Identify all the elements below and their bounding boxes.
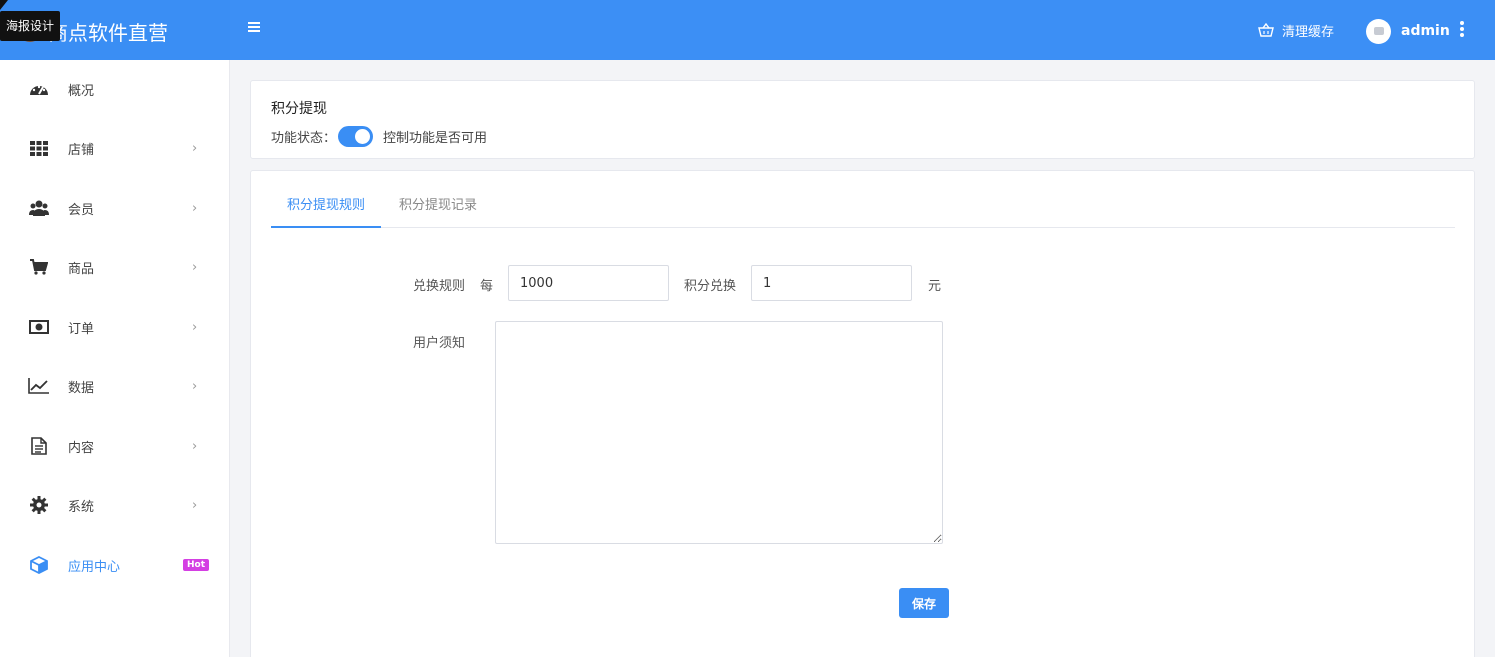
top-bar: 商点软件直营 海报设计 清理缓存 admin <box>0 0 1495 60</box>
sidebar-item-label: 会员 <box>68 202 95 218</box>
dashboard-icon <box>28 78 50 100</box>
grid-icon <box>28 137 50 159</box>
tab-withdraw-rules[interactable]: 积分提现规则 <box>271 187 381 228</box>
sidebar-item-content[interactable]: 内容 › <box>0 422 230 470</box>
sidebar-item-system[interactable]: 系统 › <box>0 481 230 529</box>
sidebar-item-label: 店铺 <box>68 142 95 158</box>
sidebar-item-overview[interactable]: 概况 <box>0 65 230 113</box>
brand-name: 商点软件直营 <box>48 21 168 45</box>
users-icon <box>28 197 50 219</box>
chevron-right-icon: › <box>192 140 198 156</box>
yuan-unit: 元 <box>928 279 942 294</box>
yuan-input[interactable] <box>751 265 912 301</box>
money-icon <box>28 316 50 338</box>
sidebar: 概况 店铺 › 会员 › 商品 › 订单 › 数据 › 内容 › 系统 › 应用… <box>0 60 230 657</box>
sidebar-item-label: 概况 <box>68 83 95 99</box>
clear-cache-button[interactable]: 清理缓存 <box>1258 20 1334 40</box>
rule-label: 兑换规则 <box>413 279 466 294</box>
menu-toggle-icon[interactable] <box>248 22 262 38</box>
status-label: 功能状态： <box>271 130 337 146</box>
sidebar-item-store[interactable]: 店铺 › <box>0 124 230 172</box>
chevron-right-icon: › <box>192 497 198 513</box>
feature-toggle[interactable] <box>338 125 374 147</box>
chevron-right-icon: › <box>192 259 198 275</box>
sidebar-item-orders[interactable]: 订单 › <box>0 303 230 351</box>
exchange-label: 积分兑换 <box>684 279 737 294</box>
sidebar-item-label: 订单 <box>68 321 95 337</box>
clear-cache-label: 清理缓存 <box>1282 24 1335 40</box>
cart-icon <box>28 256 50 278</box>
cube-icon <box>28 554 50 576</box>
per-label: 每 <box>480 279 494 294</box>
notice-label: 用户须知 <box>413 336 466 351</box>
sidebar-item-members[interactable]: 会员 › <box>0 184 230 232</box>
rules-card: 积分提现规则 积分提现记录 兑换规则 每 积分兑换 元 用户须知 保存 <box>250 170 1475 657</box>
notice-textarea[interactable] <box>495 321 943 544</box>
chevron-right-icon: › <box>192 319 198 335</box>
sidebar-item-label: 系统 <box>68 499 95 515</box>
hot-badge: Hot <box>183 559 210 571</box>
gear-icon <box>28 494 50 516</box>
sidebar-item-label: 内容 <box>68 440 95 456</box>
user-menu[interactable]: admin <box>1366 18 1450 44</box>
sidebar-item-app-center[interactable]: 应用中心 Hot <box>0 541 230 589</box>
sidebar-item-data[interactable]: 数据 › <box>0 362 230 410</box>
tab-withdraw-records[interactable]: 积分提现记录 <box>399 187 477 228</box>
tab-bar: 积分提现规则 积分提现记录 <box>271 187 1455 228</box>
more-vertical-icon[interactable] <box>1458 21 1466 39</box>
chevron-right-icon: › <box>192 200 198 216</box>
chevron-right-icon: › <box>192 378 198 394</box>
document-icon <box>28 435 50 457</box>
status-row: 功能状态： 控制功能是否可用 <box>271 125 487 147</box>
save-button[interactable]: 保存 <box>899 588 949 618</box>
sidebar-item-label: 数据 <box>68 380 95 396</box>
sidebar-item-products[interactable]: 商品 › <box>0 243 230 291</box>
tooltip-arrow <box>0 0 8 10</box>
chevron-right-icon: › <box>192 438 198 454</box>
chart-line-icon <box>28 375 50 397</box>
status-description: 控制功能是否可用 <box>383 130 488 146</box>
page-title: 积分提现 <box>271 101 327 117</box>
feature-status-card: 积分提现 功能状态： 控制功能是否可用 <box>250 80 1475 159</box>
basket-icon <box>1258 23 1274 37</box>
tooltip: 海报设计 <box>0 11 61 41</box>
sidebar-item-label: 应用中心 <box>68 559 121 575</box>
points-input[interactable] <box>508 265 669 301</box>
avatar <box>1366 18 1391 44</box>
tooltip-text: 海报设计 <box>6 19 55 33</box>
sidebar-item-label: 商品 <box>68 261 95 277</box>
user-name: admin <box>1401 23 1450 39</box>
